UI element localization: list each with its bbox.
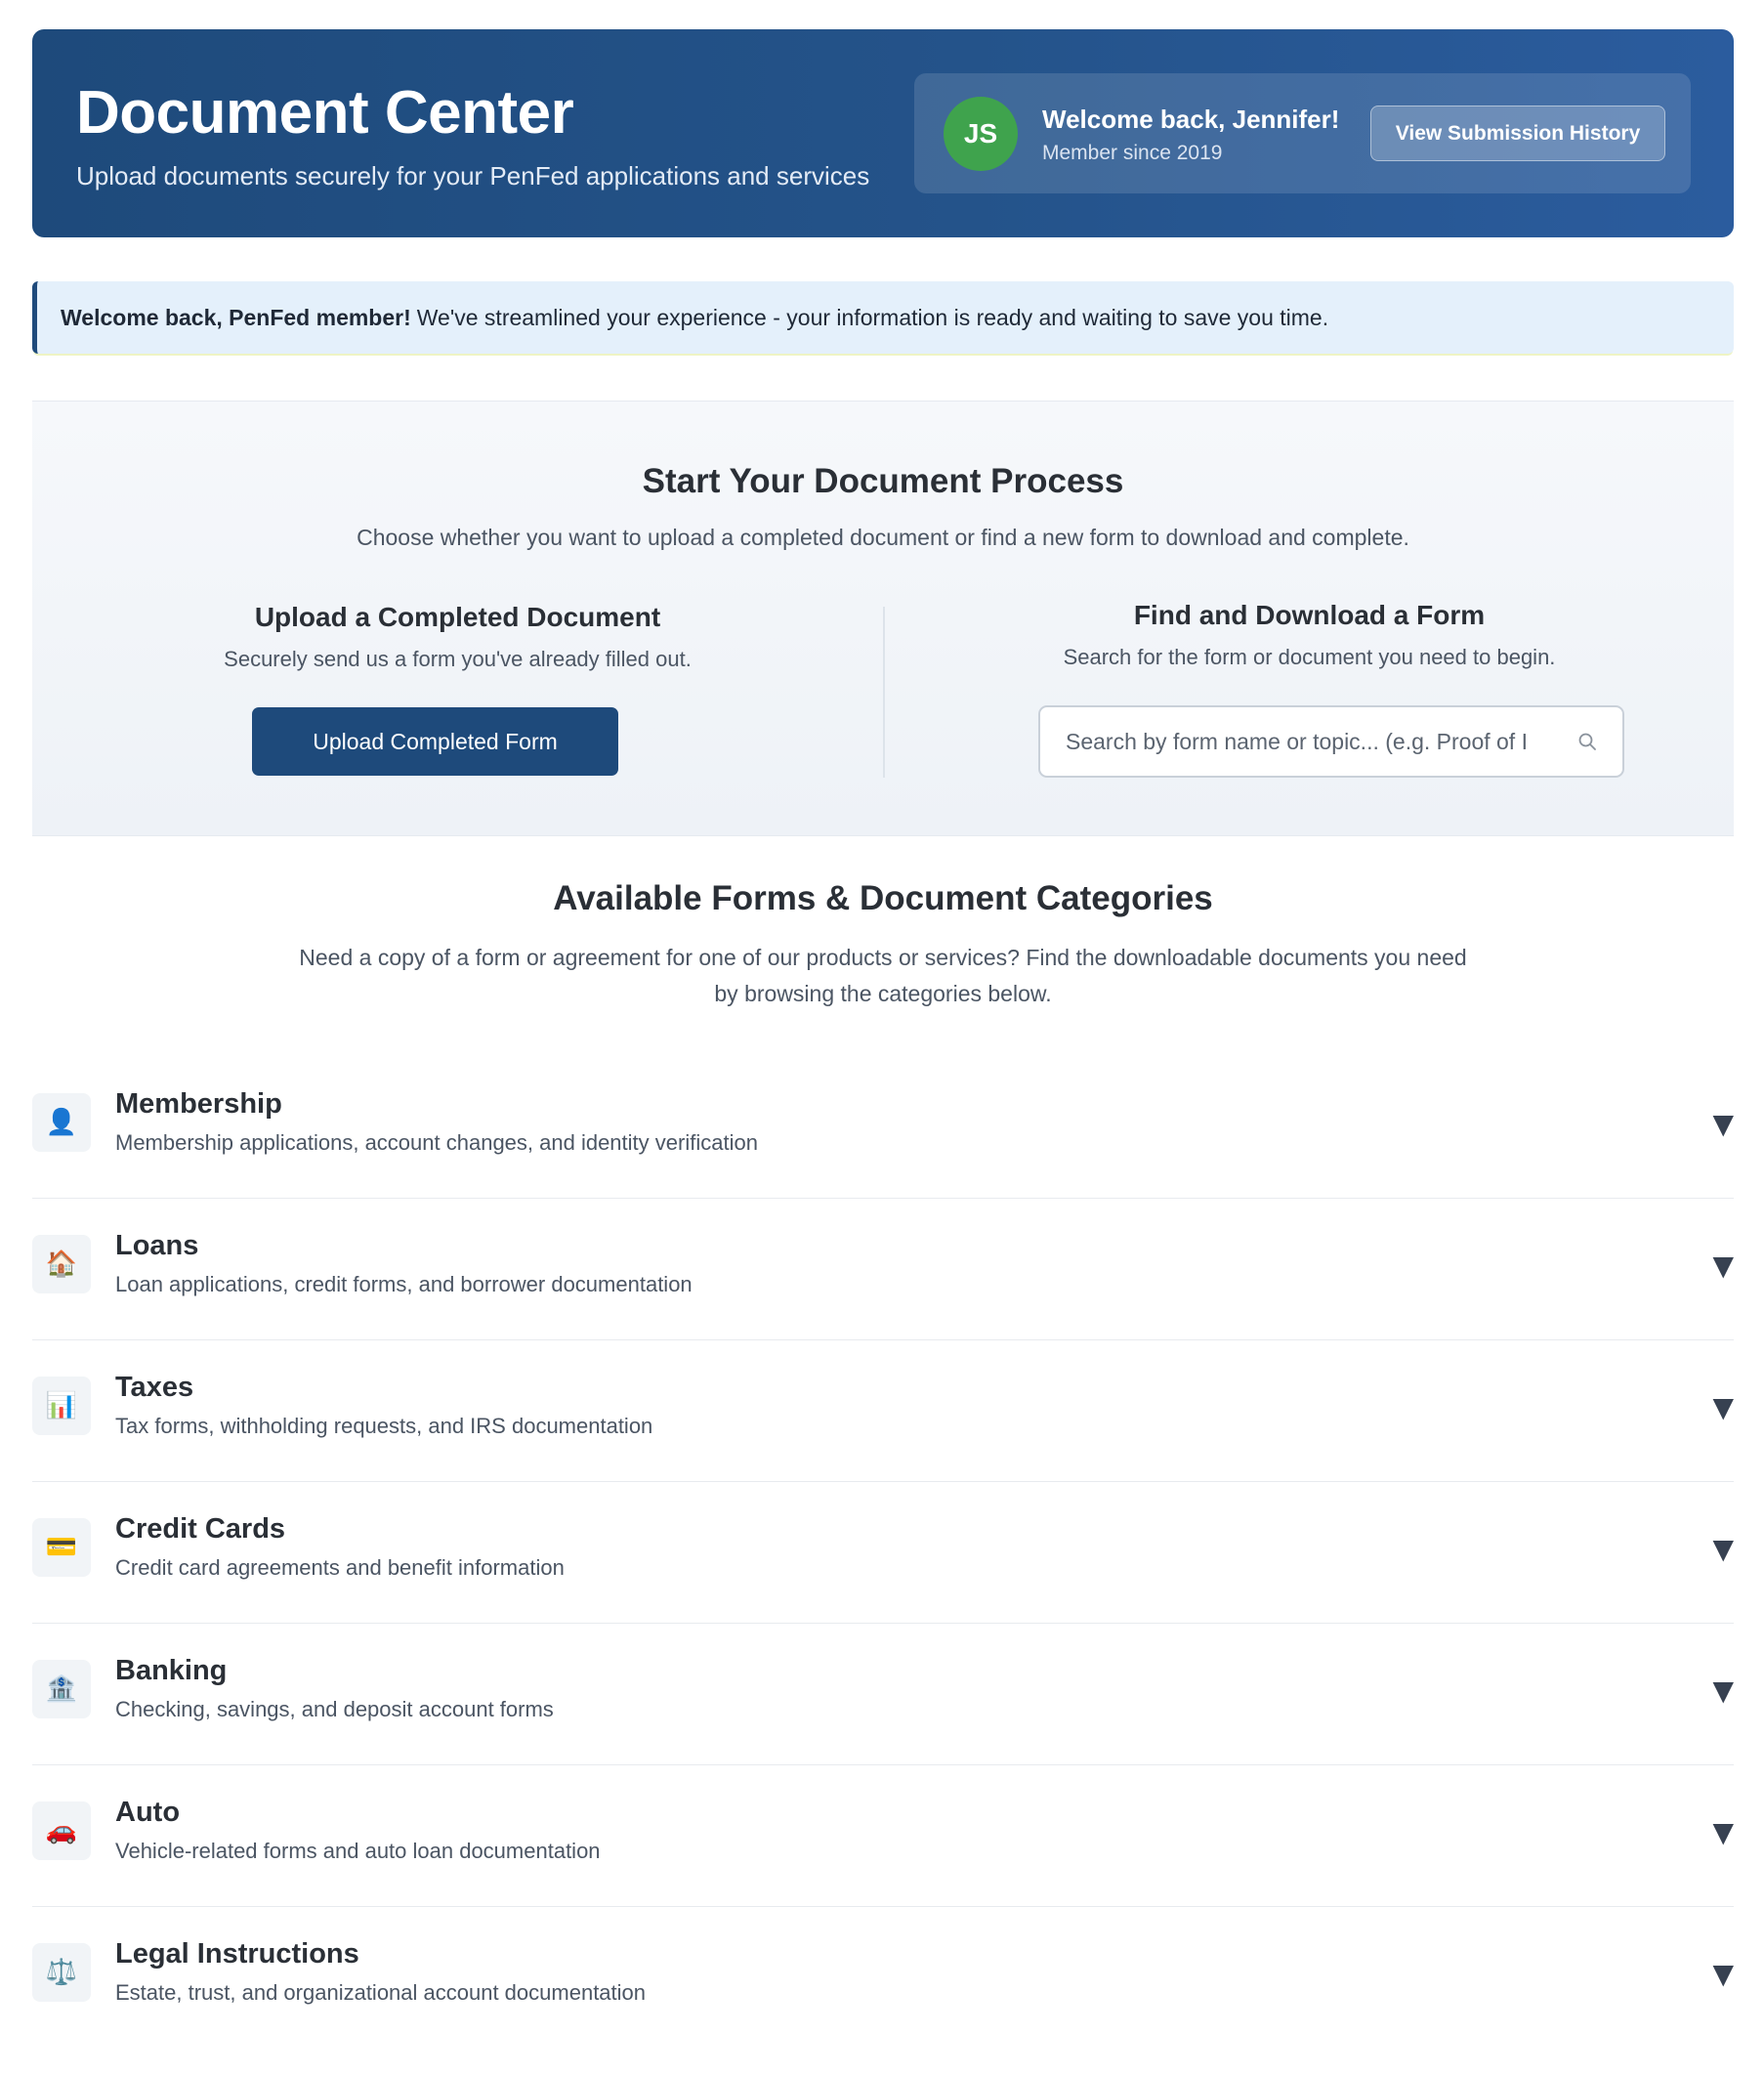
category-name: Loans [115, 1230, 199, 1261]
form-search-box [1038, 705, 1624, 778]
categories-title: Available Forms & Document Categories [553, 879, 1213, 917]
credit-card-icon: 💳 [32, 1518, 91, 1577]
category-name: Legal Instructions [115, 1938, 359, 1970]
category-row-banking[interactable]: 🏦 Banking Checking, savings, and deposit… [32, 1624, 1734, 1765]
upload-title: Upload a Completed Document [254, 602, 661, 632]
page-title: Document Center [76, 79, 574, 147]
upload-column: Upload a Completed Document Securely sen… [32, 602, 883, 672]
upload-subtitle: Securely send us a form you've already f… [224, 647, 692, 671]
car-icon: 🚗 [32, 1801, 91, 1860]
categories-subtitle: Need a copy of a form or agreement for o… [299, 945, 1467, 1006]
chevron-down-icon[interactable]: ▼ [1712, 1391, 1734, 1423]
user-card: JS Welcome back, Jennifer! Member since … [914, 73, 1691, 193]
find-form-subtitle: Search for the form or document you need… [1063, 645, 1556, 669]
chevron-down-icon[interactable]: ▼ [1712, 1816, 1734, 1848]
welcome-user-text: Welcome back, Jennifer! [1042, 105, 1340, 134]
chevron-down-icon[interactable]: ▼ [1712, 1250, 1734, 1282]
category-description: Membership applications, account changes… [115, 1130, 758, 1155]
bar-chart-icon: 📊 [32, 1377, 91, 1435]
category-description: Credit card agreements and benefit infor… [115, 1555, 565, 1580]
category-row-membership[interactable]: 👤 Membership Membership applications, ac… [32, 1057, 1734, 1199]
document-process-section: Start Your Document Process Choose wheth… [32, 401, 1734, 836]
scales-icon: ⚖️ [32, 1943, 91, 2002]
bank-icon: 🏦 [32, 1660, 91, 1718]
chevron-down-icon[interactable]: ▼ [1712, 1533, 1734, 1565]
category-row-legal-instructions[interactable]: ⚖️ Legal Instructions Estate, trust, and… [32, 1907, 1734, 2049]
page-subtitle: Upload documents securely for your PenFe… [76, 161, 870, 191]
category-row-taxes[interactable]: 📊 Taxes Tax forms, withholding requests,… [32, 1340, 1734, 1482]
chevron-down-icon[interactable]: ▼ [1712, 1958, 1734, 1990]
welcome-banner: Welcome back, PenFed member! We've strea… [32, 281, 1734, 354]
search-icon[interactable] [1577, 732, 1597, 751]
member-since-text: Member since 2019 [1042, 142, 1223, 164]
category-name: Credit Cards [115, 1513, 286, 1545]
upload-completed-form-button[interactable]: Upload Completed Form [252, 707, 618, 776]
category-description: Vehicle-related forms and auto loan docu… [115, 1839, 601, 1863]
category-name: Membership [115, 1088, 282, 1120]
category-list: 👤 Membership Membership applications, ac… [32, 1057, 1734, 2049]
person-icon: 👤 [32, 1093, 91, 1152]
document-center-page: Document Center Upload documents securel… [0, 0, 1764, 2076]
view-submission-history-button[interactable]: View Submission History [1370, 106, 1665, 161]
category-name: Auto [115, 1797, 181, 1828]
category-row-credit-cards[interactable]: 💳 Credit Cards Credit card agreements an… [32, 1482, 1734, 1624]
chevron-down-icon[interactable]: ▼ [1712, 1108, 1734, 1140]
category-name: Banking [115, 1655, 228, 1686]
process-title: Start Your Document Process [642, 462, 1124, 500]
category-description: Loan applications, credit forms, and bor… [115, 1272, 693, 1296]
category-row-loans[interactable]: 🏠 Loans Loan applications, credit forms,… [32, 1199, 1734, 1340]
category-name: Taxes [115, 1372, 194, 1403]
banner-bold-text: Welcome back, PenFed member! [61, 304, 411, 330]
house-icon: 🏠 [32, 1235, 91, 1293]
form-search-input[interactable] [1066, 707, 1554, 776]
avatar: JS [944, 97, 1018, 171]
category-description: Tax forms, withholding requests, and IRS… [115, 1414, 653, 1438]
find-form-column: Find and Download a Form Search for the … [885, 600, 1734, 670]
category-row-auto[interactable]: 🚗 Auto Vehicle-related forms and auto lo… [32, 1765, 1734, 1907]
page-header: Document Center Upload documents securel… [32, 29, 1734, 237]
banner-text: We've streamlined your experience - your… [416, 304, 1329, 330]
chevron-down-icon[interactable]: ▼ [1712, 1674, 1734, 1707]
category-description: Checking, savings, and deposit account f… [115, 1697, 554, 1721]
category-description: Estate, trust, and organizational accoun… [115, 1980, 647, 2005]
process-subtitle: Choose whether you want to upload a comp… [357, 525, 1409, 550]
find-form-title: Find and Download a Form [1133, 600, 1486, 630]
